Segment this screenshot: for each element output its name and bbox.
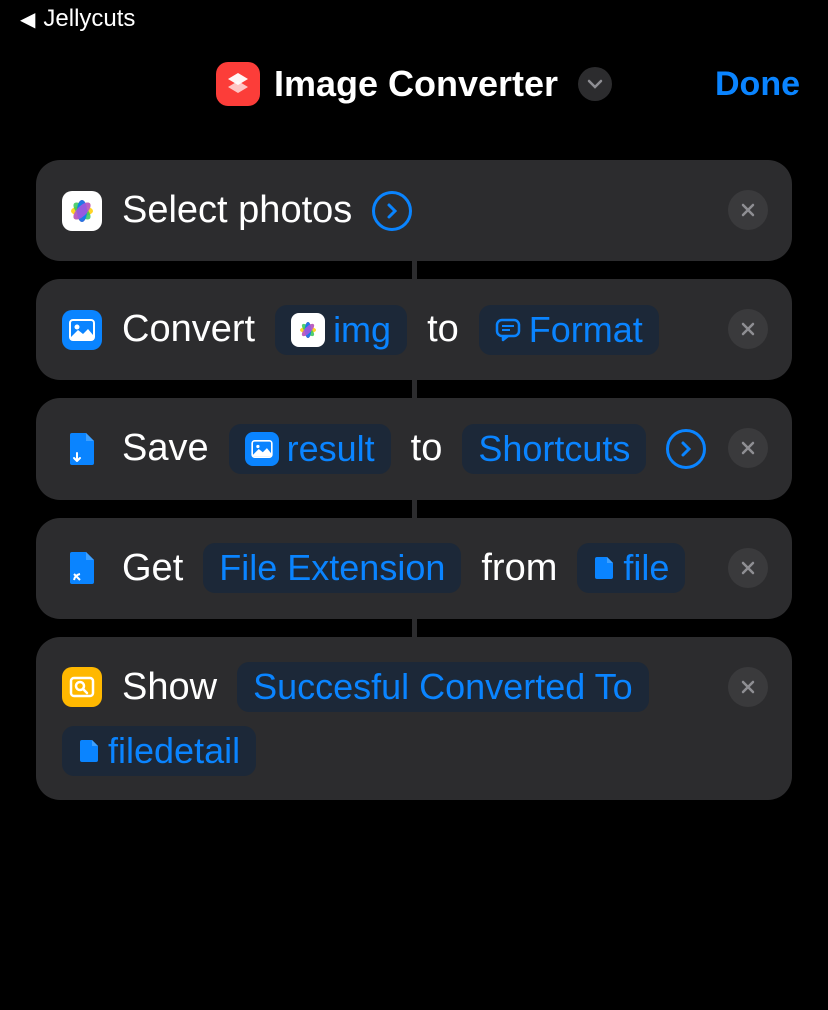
token-label: filedetail	[108, 730, 240, 772]
action-text: from	[481, 542, 557, 595]
shortcut-options-button[interactable]	[578, 67, 612, 101]
photos-app-icon	[62, 191, 102, 231]
close-icon	[739, 439, 757, 457]
delete-action-button[interactable]	[728, 667, 768, 707]
variable-token-file[interactable]: file	[577, 543, 685, 593]
parameter-token-file-extension[interactable]: File Extension	[203, 543, 461, 593]
variable-token-result[interactable]: result	[229, 424, 391, 474]
file-icon	[593, 555, 615, 581]
action-text: to	[411, 422, 443, 475]
action-save-file[interactable]: Save result to Shortcuts	[36, 398, 792, 499]
token-label: Format	[529, 309, 643, 351]
back-label: Jellycuts	[43, 5, 135, 33]
token-label: File Extension	[219, 547, 445, 589]
close-icon	[739, 678, 757, 696]
connector	[412, 500, 417, 518]
back-arrow-icon: ◀	[20, 7, 35, 32]
file-icon	[78, 738, 100, 764]
back-link[interactable]: ◀ Jellycuts	[20, 5, 135, 33]
connector	[412, 619, 417, 637]
close-icon	[739, 559, 757, 577]
header: Image Converter Done	[0, 38, 828, 130]
token-label: Succesful Converted To	[253, 666, 633, 708]
delete-action-button[interactable]	[728, 548, 768, 588]
parameter-token-shortcuts[interactable]: Shortcuts	[462, 424, 646, 474]
variable-token-img[interactable]: img	[275, 305, 407, 355]
delete-action-button[interactable]	[728, 309, 768, 349]
disclosure-button[interactable]	[372, 191, 412, 231]
close-icon	[739, 201, 757, 219]
done-button[interactable]: Done	[715, 65, 800, 104]
action-text: to	[427, 303, 459, 356]
quicklook-icon	[62, 667, 102, 707]
text-token[interactable]: Succesful Converted To	[237, 662, 649, 712]
token-label: file	[623, 547, 669, 589]
action-text: Get	[122, 542, 183, 595]
action-text: Convert	[122, 303, 255, 356]
action-get-file-detail[interactable]: Get File Extension from file	[36, 518, 792, 619]
action-select-photos[interactable]: Select photos	[36, 160, 792, 261]
delete-action-button[interactable]	[728, 190, 768, 230]
chevron-down-icon	[587, 79, 603, 89]
token-label: result	[287, 428, 375, 470]
page-title: Image Converter	[274, 63, 558, 105]
action-text: Save	[122, 422, 209, 475]
variable-token-filedetail[interactable]: filedetail	[62, 726, 256, 776]
close-icon	[739, 320, 757, 338]
token-label: img	[333, 309, 391, 351]
chevron-right-icon	[386, 202, 398, 220]
file-info-icon	[62, 548, 102, 588]
image-icon	[245, 432, 279, 466]
image-icon	[62, 310, 102, 350]
disclosure-button[interactable]	[666, 429, 706, 469]
action-text: Show	[122, 661, 217, 714]
action-quick-look[interactable]: Show Succesful Converted To filedetail	[36, 637, 792, 800]
action-convert-image[interactable]: Convert	[36, 279, 792, 380]
chevron-right-icon	[680, 440, 692, 458]
shortcut-app-icon	[216, 62, 260, 106]
variable-token-format[interactable]: Format	[479, 305, 659, 355]
connector	[412, 261, 417, 279]
file-save-icon	[62, 429, 102, 469]
token-label: Shortcuts	[478, 428, 630, 470]
ask-icon	[495, 318, 521, 342]
action-text: Select photos	[122, 184, 352, 237]
photos-app-icon	[291, 313, 325, 347]
connector	[412, 380, 417, 398]
